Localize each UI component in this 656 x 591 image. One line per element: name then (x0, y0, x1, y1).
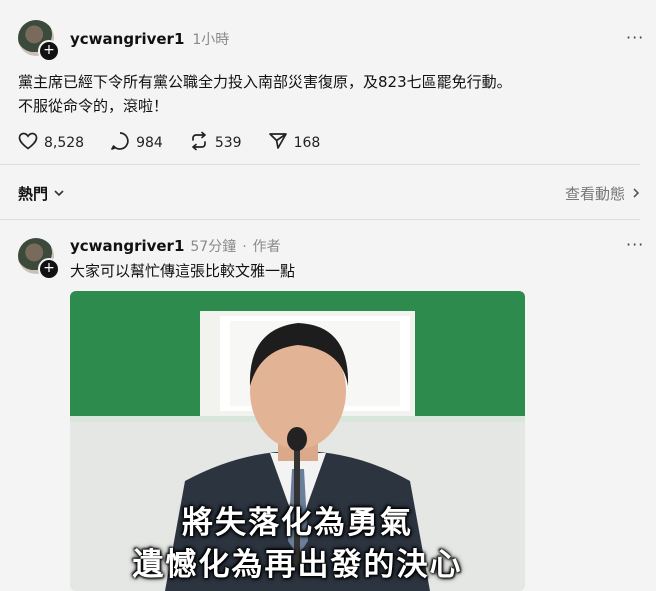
share-button[interactable]: 168 (268, 131, 321, 155)
chevron-down-icon (53, 184, 65, 203)
divider (0, 164, 640, 165)
author-tag: 作者 (252, 239, 281, 255)
comment-button[interactable]: 984 (110, 131, 163, 155)
reply-image[interactable]: 將失落化為勇氣 遺憾化為再出發的決心 (70, 291, 525, 591)
post-time[interactable]: 1小時 (192, 29, 229, 49)
share-count: 168 (293, 135, 321, 151)
reply-time[interactable]: 57分鐘 (190, 236, 236, 256)
reply-post: + ycwangriver1 57分鐘 · 作者 ··· 大家可以幫忙傳這張比較… (0, 220, 656, 591)
meta-separator: · (242, 239, 247, 255)
comment-count: 984 (136, 135, 163, 151)
avatar[interactable]: + (18, 238, 60, 280)
sort-dropdown[interactable]: 熱門 (18, 183, 65, 204)
plus-icon[interactable]: + (38, 258, 60, 280)
image-caption-line1: 將失落化為勇氣 (182, 505, 413, 541)
more-options-icon[interactable]: ··· (626, 28, 644, 47)
post-username[interactable]: ycwangriver1 (70, 30, 184, 48)
more-options-icon[interactable]: ··· (626, 235, 644, 254)
repost-count: 539 (214, 135, 242, 151)
comment-icon (110, 131, 130, 155)
plus-icon[interactable]: + (38, 40, 60, 62)
view-activity-label: 查看動態 (565, 185, 626, 203)
share-icon (268, 131, 288, 155)
heart-icon (18, 132, 38, 154)
like-count: 8,528 (44, 135, 85, 151)
view-activity-link[interactable]: 查看動態 (565, 183, 641, 204)
post-text-line2: 不服從命令的，滾啦！ (18, 97, 169, 115)
main-post: + ycwangriver1 1小時 ··· 黨主席已經下令所有黨公職全力投入南… (0, 0, 656, 165)
post-actions: 8,528 984 539 168 (18, 131, 320, 155)
image-caption-line2: 遺憾化為再出發的決心 (132, 547, 463, 583)
post-text-line1: 黨主席已經下令所有黨公職全力投入南部災害復原，及823七區罷免行動。 (18, 73, 512, 91)
chevron-right-icon (631, 184, 641, 203)
avatar[interactable]: + (18, 20, 60, 62)
sort-label: 熱門 (18, 185, 49, 203)
reply-username[interactable]: ycwangriver1 (70, 237, 184, 255)
reply-text: 大家可以幫忙傳這張比較文雅一點 (70, 262, 296, 280)
repost-icon (189, 131, 209, 155)
like-button[interactable]: 8,528 (18, 131, 84, 155)
repost-button[interactable]: 539 (189, 131, 242, 155)
